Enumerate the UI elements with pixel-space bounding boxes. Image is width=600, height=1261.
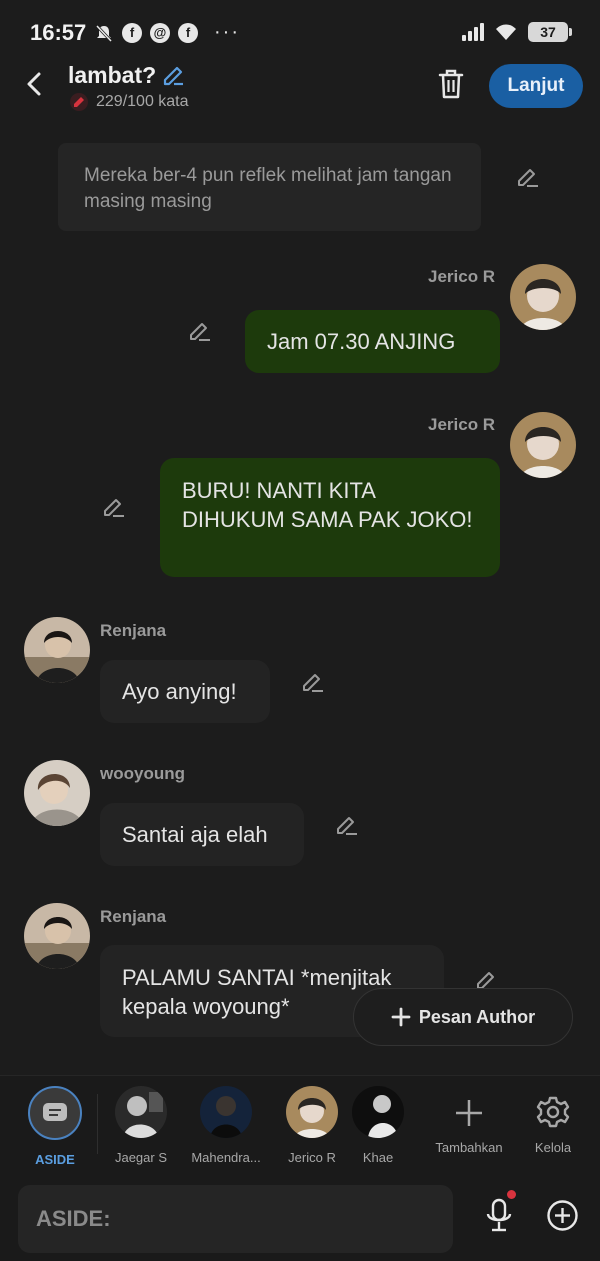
sender-name: Renjana bbox=[100, 907, 167, 926]
message-bubble[interactable]: BURU! NANTI KITA DIHUKUM SAMA PAK JOKO! bbox=[160, 458, 500, 577]
sender-name: Jerico R bbox=[428, 415, 496, 434]
edit-message-icon[interactable] bbox=[299, 670, 325, 696]
plus-icon bbox=[391, 1007, 411, 1027]
character-selector: ASIDE Jaegar S Mahendra... Jerico R Khae… bbox=[0, 1075, 600, 1180]
avatar[interactable] bbox=[24, 903, 90, 969]
author-message-button[interactable]: Pesan Author bbox=[353, 988, 573, 1046]
next-button[interactable]: Lanjut bbox=[489, 64, 583, 108]
compose-bar: ASIDE: bbox=[0, 1180, 600, 1261]
system-icons: 37 bbox=[462, 22, 572, 42]
character-jerico[interactable]: Jerico R bbox=[272, 1086, 352, 1165]
wifi-icon bbox=[496, 24, 516, 40]
facebook-icon: f bbox=[122, 22, 142, 43]
character-label: Khae bbox=[362, 1150, 394, 1165]
chat-area[interactable]: Mereka ber-4 pun reflek melihat jam tang… bbox=[0, 125, 600, 1075]
narration-message[interactable]: Mereka ber-4 pun reflek melihat jam tang… bbox=[58, 143, 481, 231]
chat-header: lambat? 229/100 kata Lanjut bbox=[0, 55, 600, 125]
notification-dot bbox=[507, 1190, 516, 1199]
status-bar: 16:57 f @ f ··· 37 bbox=[0, 0, 600, 62]
more-notifications-icon: ··· bbox=[214, 21, 240, 43]
word-count-label: 229/100 kata bbox=[96, 93, 189, 110]
pencil-icon bbox=[70, 93, 88, 111]
status-time: 16:57 bbox=[30, 20, 87, 45]
avatar bbox=[115, 1086, 167, 1138]
facebook-icon: f bbox=[178, 22, 198, 43]
mute-bell-icon bbox=[94, 23, 114, 43]
notification-icons: f @ f ··· bbox=[94, 21, 240, 44]
avatar bbox=[352, 1086, 404, 1138]
character-khae[interactable]: Khae bbox=[350, 1086, 406, 1165]
add-circle-icon[interactable] bbox=[546, 1199, 579, 1232]
trash-icon[interactable] bbox=[437, 68, 465, 100]
sender-name: Jerico R bbox=[428, 267, 496, 286]
story-title[interactable]: lambat? bbox=[68, 62, 156, 89]
edit-message-icon[interactable] bbox=[100, 495, 126, 521]
character-label: Jerico R bbox=[288, 1150, 336, 1165]
character-mahendra[interactable]: Mahendra... bbox=[186, 1086, 266, 1165]
avatar[interactable] bbox=[510, 412, 576, 478]
avatar bbox=[200, 1086, 252, 1138]
aside-avatar bbox=[28, 1086, 82, 1140]
message-bubble[interactable]: Santai aja elah bbox=[100, 803, 304, 866]
edit-message-icon[interactable] bbox=[186, 319, 212, 345]
back-arrow-icon[interactable] bbox=[22, 69, 48, 99]
author-message-label: Pesan Author bbox=[418, 1006, 536, 1027]
sender-name: wooyoung bbox=[100, 764, 185, 783]
add-character-label: Tambahkan bbox=[435, 1140, 503, 1155]
divider bbox=[97, 1094, 98, 1154]
character-aside[interactable]: ASIDE bbox=[15, 1086, 95, 1167]
avatar[interactable] bbox=[510, 264, 576, 330]
sender-name: Renjana bbox=[100, 621, 167, 640]
avatar bbox=[286, 1086, 338, 1138]
character-label: Mahendra... bbox=[191, 1150, 261, 1165]
edit-message-icon[interactable] bbox=[514, 165, 540, 191]
message-bubble[interactable]: Jam 07.30 ANJING bbox=[245, 310, 500, 373]
message-input[interactable]: ASIDE: bbox=[18, 1185, 453, 1253]
message-bubble[interactable]: Ayo anying! bbox=[100, 660, 270, 723]
edit-title-icon[interactable] bbox=[160, 63, 186, 89]
plus-icon bbox=[456, 1100, 482, 1126]
battery-indicator: 37 bbox=[528, 22, 572, 42]
signal-icon bbox=[462, 23, 484, 41]
threads-icon: @ bbox=[150, 22, 170, 43]
character-label: Jaegar S bbox=[114, 1150, 168, 1165]
avatar[interactable] bbox=[24, 760, 90, 826]
manage-characters-button[interactable]: Kelola bbox=[513, 1086, 593, 1155]
add-character-button[interactable]: Tambahkan bbox=[429, 1086, 509, 1155]
word-count: 229/100 kata bbox=[70, 93, 189, 111]
edit-message-icon[interactable] bbox=[333, 813, 359, 839]
character-label: ASIDE bbox=[35, 1152, 75, 1167]
microphone-icon[interactable] bbox=[483, 1198, 515, 1234]
gear-icon bbox=[536, 1096, 570, 1128]
avatar[interactable] bbox=[24, 617, 90, 683]
character-jaegar[interactable]: Jaegar S bbox=[101, 1086, 181, 1165]
manage-characters-label: Kelola bbox=[534, 1140, 572, 1155]
